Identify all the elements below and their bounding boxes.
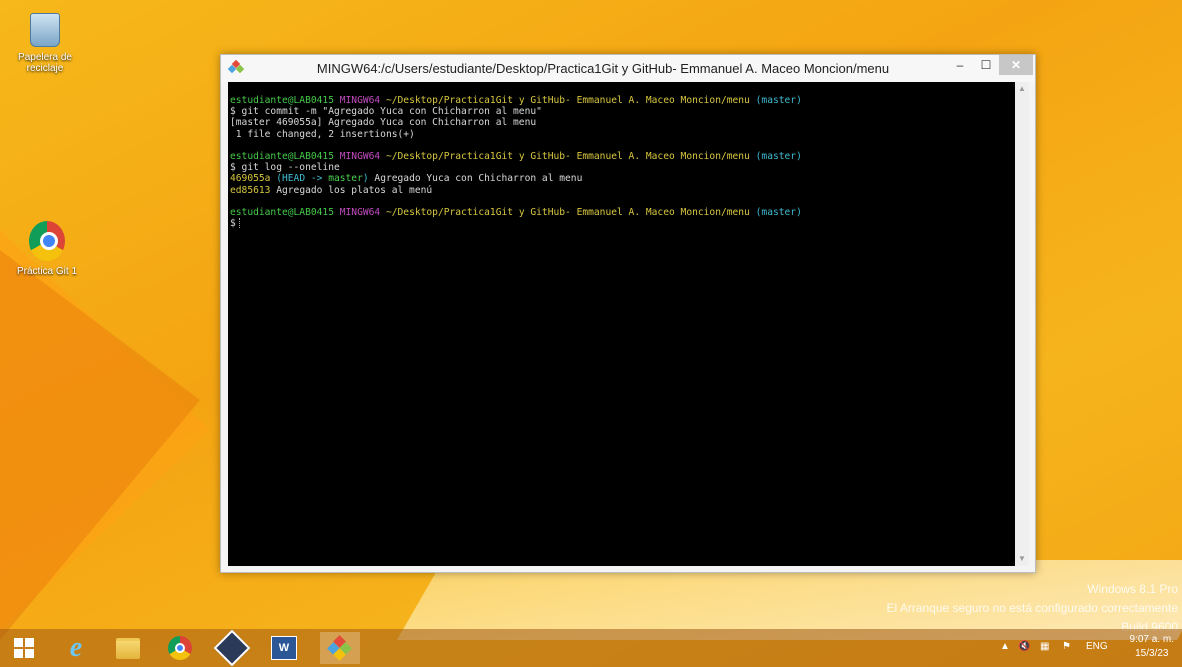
close-button[interactable]: ✕: [999, 55, 1033, 75]
show-hidden-icons-icon[interactable]: ▲: [1000, 641, 1010, 652]
internet-explorer-button[interactable]: e: [56, 632, 96, 664]
file-explorer-icon: [116, 637, 140, 659]
log-line: ed85613 Agregado los platos al menú: [230, 184, 433, 196]
file-explorer-button[interactable]: [108, 632, 148, 664]
scroll-down-arrow-icon[interactable]: ▼: [1015, 552, 1029, 566]
windows-edition-watermark: Windows 8.1 Pro: [1087, 582, 1178, 596]
action-center-flag-icon[interactable]: ⚑: [1062, 641, 1071, 652]
clock-time: 9:07 a. m.: [1129, 634, 1174, 645]
start-button[interactable]: [4, 632, 44, 664]
terminal-scrollbar[interactable]: ▲ ▼: [1015, 82, 1029, 566]
chrome-icon: [29, 220, 65, 262]
minimize-button[interactable]: –: [947, 55, 973, 75]
virtualbox-icon: [213, 629, 251, 667]
prompt-line: estudiante@LAB0415 MINGW64 ~/Desktop/Pra…: [230, 206, 802, 218]
command-line: $ git log --oneline: [230, 162, 340, 174]
command-line: $ git commit -m "Agregado Yuca con Chich…: [230, 106, 542, 118]
input-line[interactable]: $: [230, 218, 1015, 229]
taskbar: e W ▲ 🔇 ▦ ⚑ ENG 9:07 a. m. 15/3/23: [0, 629, 1182, 667]
desktop-icon-label: Práctica Git 1: [16, 266, 78, 277]
text-cursor: [238, 218, 241, 229]
prompt-line: estudiante@LAB0415 MINGW64 ~/Desktop/Pra…: [230, 95, 802, 106]
volume-muted-icon[interactable]: 🔇: [1018, 641, 1030, 652]
output-line: 1 file changed, 2 insertions(+): [230, 128, 415, 140]
word-button[interactable]: W: [264, 632, 304, 664]
language-indicator[interactable]: ENG: [1086, 641, 1108, 652]
system-tray: ▲ 🔇 ▦ ⚑ ENG 9:07 a. m. 15/3/23: [1000, 629, 1182, 667]
chrome-button[interactable]: [160, 632, 200, 664]
word-icon: W: [271, 636, 297, 660]
window-title: MINGW64:/c/Users/estudiante/Desktop/Prac…: [316, 61, 890, 76]
network-icon[interactable]: ▦: [1040, 641, 1049, 652]
output-line: [master 469055a] Agregado Yuca con Chich…: [230, 117, 537, 129]
log-line: 469055a (HEAD -> master) Agregado Yuca c…: [230, 173, 583, 185]
virtualbox-button[interactable]: [212, 629, 252, 667]
git-bash-icon: [327, 635, 352, 661]
window-titlebar[interactable]: MINGW64:/c/Users/estudiante/Desktop/Prac…: [221, 55, 1035, 82]
scroll-up-arrow-icon[interactable]: ▲: [1015, 82, 1029, 96]
desktop-icon-practica-git[interactable]: Práctica Git 1: [12, 220, 82, 277]
git-bash-button[interactable]: [320, 632, 360, 664]
maximize-button[interactable]: ☐: [973, 55, 999, 75]
desktop-icon-recycle-bin[interactable]: Papelera de reciclaje: [10, 12, 80, 74]
terminal-window[interactable]: MINGW64:/c/Users/estudiante/Desktop/Prac…: [220, 54, 1036, 573]
prompt-symbol: $: [230, 218, 236, 230]
recycle-bin-icon: [27, 12, 63, 48]
prompt-line: estudiante@LAB0415 MINGW64 ~/Desktop/Pra…: [230, 150, 802, 162]
desktop-wallpaper-fold-shadow: [0, 250, 200, 640]
clock-date: 15/3/23: [1135, 648, 1169, 659]
secure-boot-watermark: El Arranque seguro no está configurado c…: [886, 601, 1178, 615]
desktop-icon-label: Papelera de reciclaje: [18, 52, 72, 74]
desktop-wallpaper-fold: [0, 230, 210, 630]
clock[interactable]: 9:07 a. m. 15/3/23: [1130, 633, 1174, 661]
terminal-output[interactable]: estudiante@LAB0415 MINGW64 ~/Desktop/Pra…: [228, 82, 1015, 566]
internet-explorer-icon: e: [69, 632, 83, 663]
start-icon: [14, 638, 34, 658]
chrome-icon: [168, 636, 192, 660]
